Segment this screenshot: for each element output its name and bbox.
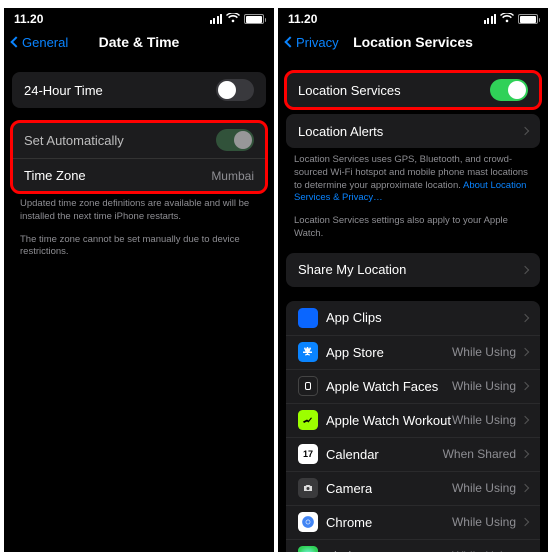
- group-auto-timezone: Set Automatically Time Zone Mumbai: [12, 122, 266, 192]
- chevron-right-icon: [521, 518, 529, 526]
- app-clips-icon: [298, 308, 318, 328]
- back-button[interactable]: General: [12, 35, 68, 50]
- toggle-24hour[interactable]: [216, 79, 254, 101]
- chevron-right-icon: [521, 127, 529, 135]
- chevron-right-icon: [521, 382, 529, 390]
- watch-workout-icon: [298, 410, 318, 430]
- status-time: 11.20: [14, 12, 43, 26]
- cellular-icon: [210, 14, 223, 24]
- wifi-icon: [500, 12, 514, 26]
- screen-location-services: 11.20 Privacy Location Services Location…: [278, 8, 548, 552]
- row-location-alerts[interactable]: Location Alerts: [286, 114, 540, 148]
- chevron-right-icon: [521, 314, 529, 322]
- chevron-left-icon: [284, 36, 295, 47]
- back-label: Privacy: [296, 35, 339, 50]
- chevron-right-icon: [521, 450, 529, 458]
- find-my-icon: [298, 546, 318, 552]
- row-24hour[interactable]: 24-Hour Time: [12, 72, 266, 108]
- footer-loc-2: Location Services settings also apply to…: [278, 209, 548, 245]
- cellular-icon: [484, 14, 497, 24]
- row-time-zone[interactable]: Time Zone Mumbai: [12, 158, 266, 192]
- chevron-left-icon: [10, 36, 21, 47]
- app-store-icon: [298, 342, 318, 362]
- toggle-set-automatically[interactable]: [216, 129, 254, 151]
- screen-date-time: 11.20 General Date & Time 24-Hour Time: [4, 8, 274, 552]
- row-location-services[interactable]: Location Services: [286, 72, 540, 108]
- app-row-camera[interactable]: Camera While Using: [286, 471, 540, 505]
- app-row-calendar[interactable]: 17Calendar When Shared: [286, 437, 540, 471]
- back-label: General: [22, 35, 68, 50]
- app-row-app-clips[interactable]: App Clips: [286, 301, 540, 335]
- nav-bar: General Date & Time: [4, 28, 274, 56]
- chrome-icon: [298, 512, 318, 532]
- chevron-right-icon: [521, 266, 529, 274]
- battery-icon: [244, 14, 264, 24]
- calendar-icon: 17: [298, 444, 318, 464]
- wifi-icon: [226, 12, 240, 26]
- row-share-location[interactable]: Share My Location: [286, 253, 540, 287]
- status-time: 11.20: [288, 12, 317, 26]
- app-row-find-my[interactable]: Find My While Using: [286, 539, 540, 552]
- row-set-automatically[interactable]: Set Automatically: [12, 122, 266, 158]
- chevron-right-icon: [521, 348, 529, 356]
- battery-icon: [518, 14, 538, 24]
- status-bar: 11.20: [278, 8, 548, 28]
- footer-loc-1: Location Services uses GPS, Bluetooth, a…: [278, 148, 548, 209]
- group-location-toggle: Location Services: [286, 72, 540, 108]
- app-row-watch-workout[interactable]: Apple Watch Workout While Using: [286, 403, 540, 437]
- back-button[interactable]: Privacy: [286, 35, 339, 50]
- footer-text-1: Updated time zone definitions are availa…: [4, 192, 274, 228]
- watch-faces-icon: [298, 376, 318, 396]
- camera-icon: [298, 478, 318, 498]
- chevron-right-icon: [521, 416, 529, 424]
- apps-list: App Clips App Store While Using Apple Wa…: [286, 301, 540, 552]
- app-row-app-store[interactable]: App Store While Using: [286, 335, 540, 369]
- nav-bar: Privacy Location Services: [278, 28, 548, 56]
- time-zone-value: Mumbai: [211, 169, 254, 183]
- app-row-chrome[interactable]: Chrome While Using: [286, 505, 540, 539]
- chevron-right-icon: [521, 484, 529, 492]
- toggle-location-services[interactable]: [490, 79, 528, 101]
- app-row-watch-faces[interactable]: Apple Watch Faces While Using: [286, 369, 540, 403]
- footer-text-2: The time zone cannot be set manually due…: [4, 228, 274, 264]
- status-bar: 11.20: [4, 8, 274, 28]
